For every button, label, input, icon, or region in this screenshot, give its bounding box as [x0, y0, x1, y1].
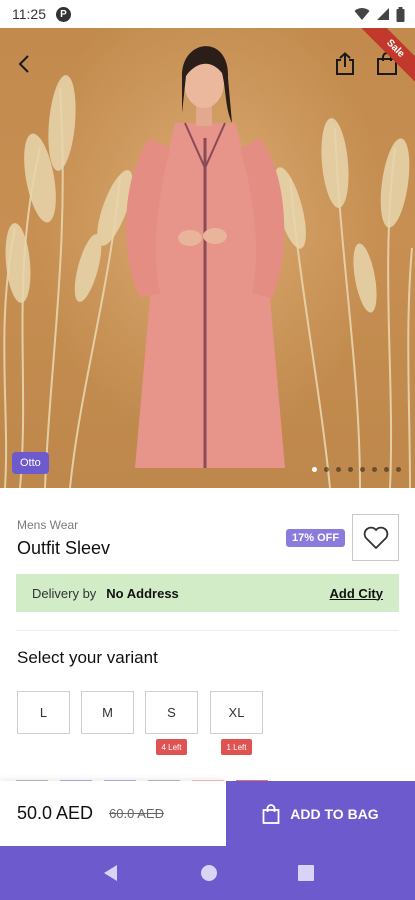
brand-chip[interactable]: Otto	[12, 452, 49, 474]
back-arrow-icon	[18, 55, 29, 73]
product-category: Mens Wear	[17, 518, 79, 532]
product-image-carousel[interactable]: Sale Otto	[0, 28, 415, 488]
stock-badge: 4 Left	[156, 739, 187, 755]
carousel-dot[interactable]	[348, 467, 353, 472]
purchase-bar: 50.0 AED 60.0 AED ADD TO BAG	[0, 781, 415, 846]
size-option-m[interactable]: M	[81, 691, 134, 734]
price-area: 50.0 AED 60.0 AED	[0, 781, 226, 846]
add-city-link[interactable]: Add City	[330, 586, 383, 601]
delivery-label: Delivery by	[32, 585, 97, 601]
carousel-dot[interactable]	[372, 467, 377, 472]
size-option-xl[interactable]: XL	[210, 691, 263, 734]
share-icon	[336, 52, 354, 75]
add-to-bag-button[interactable]: ADD TO BAG	[226, 781, 415, 846]
carousel-dot[interactable]	[384, 467, 389, 472]
delivery-banner: Delivery by No Address Add City	[16, 574, 399, 612]
heart-icon	[363, 526, 388, 549]
nav-recents-icon[interactable]	[297, 865, 314, 881]
product-photo	[3, 46, 413, 488]
carousel-dot[interactable]	[324, 467, 329, 472]
discount-badge: 17% OFF	[286, 529, 346, 547]
divider	[16, 630, 399, 631]
carousel-dot[interactable]	[360, 467, 365, 472]
size-option-l[interactable]: L	[17, 691, 70, 734]
product-title: Outfit Sleev	[17, 538, 111, 558]
status-time: 11:25	[12, 6, 46, 22]
variant-heading: Select your variant	[17, 648, 158, 667]
system-navigation-bar	[0, 846, 415, 900]
battery-icon	[396, 6, 405, 22]
stock-badge: 1 Left	[221, 739, 252, 755]
carousel-dot[interactable]	[312, 467, 317, 472]
back-button[interactable]	[8, 48, 40, 80]
nav-back-icon[interactable]	[102, 864, 120, 882]
cellular-icon	[377, 8, 389, 20]
status-bar: 11:25 P	[0, 0, 415, 28]
wifi-icon	[354, 8, 370, 20]
wishlist-button[interactable]	[352, 514, 399, 561]
current-price: 50.0 AED	[17, 803, 94, 823]
add-to-bag-label: ADD TO BAG	[290, 805, 379, 822]
delivery-address: No Address	[106, 585, 179, 601]
shopping-bag-icon	[262, 803, 280, 824]
nav-home-icon[interactable]	[200, 864, 218, 882]
share-button[interactable]	[329, 48, 361, 80]
carousel-indicator	[312, 467, 401, 472]
status-icons	[354, 6, 405, 22]
size-option-s[interactable]: S	[145, 691, 198, 734]
carousel-dot[interactable]	[396, 467, 401, 472]
carousel-dot[interactable]	[336, 467, 341, 472]
product-info: Mens Wear Outfit Sleev 17% OFF Delivery …	[0, 488, 415, 788]
original-price: 60.0 AED	[109, 806, 164, 821]
notification-app-icon: P	[56, 6, 71, 22]
